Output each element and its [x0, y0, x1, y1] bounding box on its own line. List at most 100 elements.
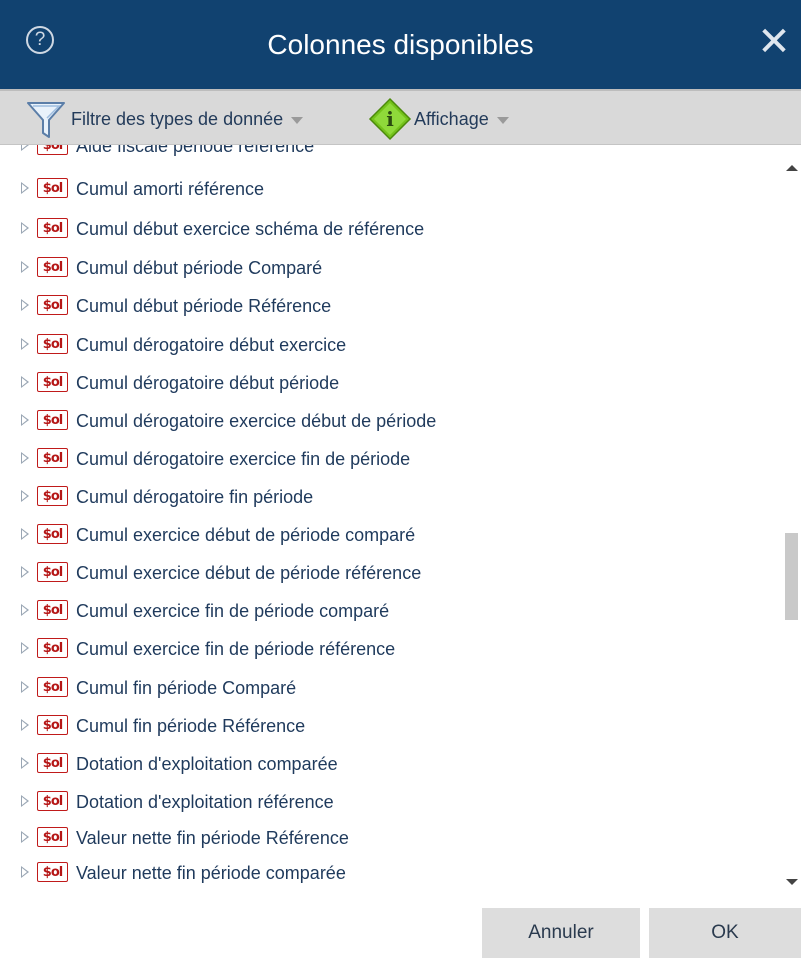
- list-item[interactable]: $ol Aide fiscale période référence: [0, 145, 781, 165]
- list-item[interactable]: $ol Valeur nette fin période Référence: [0, 818, 781, 857]
- expand-arrow-icon[interactable]: [21, 145, 29, 151]
- display-button[interactable]: i Affichage: [368, 91, 509, 147]
- expand-arrow-icon[interactable]: [21, 831, 29, 843]
- sql-field-icon: $ol: [37, 600, 68, 620]
- list-item-label: Cumul exercice fin de période comparé: [76, 601, 390, 621]
- list-item[interactable]: $ol Cumul amorti référence: [0, 169, 781, 208]
- expand-arrow-icon[interactable]: [21, 681, 29, 693]
- expand-arrow-icon[interactable]: [21, 338, 29, 350]
- list-item-label: Cumul fin période Référence: [76, 716, 306, 736]
- close-icon[interactable]: ✕: [754, 22, 794, 62]
- list-item-label: Valeur nette fin période Référence: [76, 828, 349, 848]
- svg-text:i: i: [386, 107, 394, 131]
- sql-field-icon: $ol: [37, 791, 68, 811]
- list-item-label: Cumul dérogatoire exercice début de péri…: [76, 411, 437, 431]
- sql-field-icon: $ol: [37, 334, 68, 354]
- expand-arrow-icon[interactable]: [21, 604, 29, 616]
- expand-arrow-icon[interactable]: [21, 719, 29, 731]
- list-item[interactable]: $ol Cumul dérogatoire début période: [0, 363, 781, 402]
- sql-field-icon: $ol: [37, 257, 68, 277]
- toolbar: Filtre des types de donnée i Affichage: [0, 89, 801, 145]
- filter-data-types-label: Filtre des types de donnée: [71, 108, 284, 129]
- vertical-scrollbar[interactable]: [781, 145, 801, 890]
- sql-field-icon: $ol: [37, 178, 68, 198]
- list-item-label: Cumul dérogatoire fin période: [76, 487, 314, 507]
- display-label: Affichage: [414, 108, 489, 129]
- list-item[interactable]: $ol Dotation d'exploitation comparée: [0, 744, 781, 783]
- scroll-up-arrow-icon[interactable]: [786, 165, 798, 171]
- expand-arrow-icon[interactable]: [21, 866, 29, 878]
- list-item-label: Cumul exercice fin de période référence: [76, 639, 396, 659]
- expand-arrow-icon[interactable]: [21, 222, 29, 234]
- dialog-footer: Annuler OK: [0, 890, 801, 967]
- list-item[interactable]: $ol Cumul fin période Référence: [0, 706, 781, 745]
- list-item-label: Valeur nette fin période comparée: [76, 863, 346, 883]
- list-item-label: Cumul amorti référence: [76, 179, 265, 199]
- expand-arrow-icon[interactable]: [21, 490, 29, 502]
- sql-field-icon: $ol: [37, 410, 68, 430]
- list-item-label: Cumul début période Référence: [76, 296, 332, 316]
- sql-field-icon: $ol: [37, 218, 68, 238]
- scrollbar-thumb[interactable]: [785, 533, 798, 620]
- list-item[interactable]: $ol Cumul début période Référence: [0, 286, 781, 325]
- scroll-down-arrow-icon[interactable]: [786, 879, 798, 885]
- sql-field-icon: $ol: [37, 448, 68, 468]
- list-item[interactable]: $ol Cumul dérogatoire fin période: [0, 477, 781, 516]
- expand-arrow-icon[interactable]: [21, 757, 29, 769]
- expand-arrow-icon[interactable]: [21, 452, 29, 464]
- sql-field-icon: $ol: [37, 524, 68, 544]
- list-item-label: Cumul fin période Comparé: [76, 678, 297, 698]
- sql-field-icon: $ol: [37, 145, 68, 155]
- list-item[interactable]: $ol Cumul début exercice schéma de référ…: [0, 209, 781, 248]
- sql-field-icon: $ol: [37, 715, 68, 735]
- expand-arrow-icon[interactable]: [21, 414, 29, 426]
- list-item[interactable]: $ol Valeur nette fin période comparée: [0, 853, 781, 890]
- list-item-label: Dotation d'exploitation référence: [76, 792, 334, 812]
- sql-field-icon: $ol: [37, 562, 68, 582]
- list-item[interactable]: $ol Cumul dérogatoire exercice fin de pé…: [0, 439, 781, 478]
- chevron-down-icon: [291, 116, 304, 124]
- list-item[interactable]: $ol Cumul début période Comparé: [0, 248, 781, 287]
- list-item[interactable]: $ol Cumul exercice fin de période compar…: [0, 591, 781, 630]
- list-item[interactable]: $ol Cumul exercice début de période comp…: [0, 515, 781, 554]
- sql-field-icon: $ol: [37, 295, 68, 315]
- list-item-label: Cumul début période Comparé: [76, 258, 323, 278]
- sql-field-icon: $ol: [37, 827, 68, 847]
- sql-field-icon: $ol: [37, 862, 68, 882]
- list-item[interactable]: $ol Cumul exercice début de période réfé…: [0, 553, 781, 592]
- dialog-title: Colonnes disponibles: [267, 29, 534, 60]
- expand-arrow-icon[interactable]: [21, 642, 29, 654]
- list-item-label: Cumul exercice début de période comparé: [76, 525, 416, 545]
- list-item[interactable]: $ol Cumul dérogatoire exercice début de …: [0, 401, 781, 440]
- list-item-label: Cumul début exercice schéma de référence: [76, 219, 425, 239]
- list-item-label: Aide fiscale période référence: [76, 145, 315, 156]
- ok-button[interactable]: OK: [649, 908, 801, 958]
- info-diamond-icon: i: [368, 97, 412, 141]
- list-item[interactable]: $ol Cumul dérogatoire début exercice: [0, 325, 781, 364]
- list-item-label: Cumul exercice début de période référenc…: [76, 563, 422, 583]
- list-item[interactable]: $ol Cumul exercice fin de période référe…: [0, 629, 781, 668]
- list-item-label: Cumul dérogatoire exercice fin de périod…: [76, 449, 411, 469]
- list-item-label: Dotation d'exploitation comparée: [76, 754, 338, 774]
- expand-arrow-icon[interactable]: [21, 376, 29, 388]
- dialog-title-bar: ? Colonnes disponibles ✕: [0, 0, 801, 89]
- sql-field-icon: $ol: [37, 372, 68, 392]
- sql-field-icon: $ol: [37, 677, 68, 697]
- sql-field-icon: $ol: [37, 753, 68, 773]
- expand-arrow-icon[interactable]: [21, 528, 29, 540]
- list-item[interactable]: $ol Dotation d'exploitation référence: [0, 782, 781, 821]
- cancel-button[interactable]: Annuler: [482, 908, 640, 958]
- expand-arrow-icon[interactable]: [21, 566, 29, 578]
- list-item-label: Cumul dérogatoire début période: [76, 373, 340, 393]
- expand-arrow-icon[interactable]: [21, 299, 29, 311]
- sql-field-icon: $ol: [37, 638, 68, 658]
- available-columns-list[interactable]: $ol Aide fiscale période référence $ol C…: [0, 145, 781, 890]
- filter-data-types-button[interactable]: Filtre des types de donnée: [26, 91, 304, 147]
- expand-arrow-icon[interactable]: [21, 795, 29, 807]
- expand-arrow-icon[interactable]: [21, 261, 29, 273]
- list-item-label: Cumul dérogatoire début exercice: [76, 335, 347, 355]
- funnel-icon: [27, 102, 65, 138]
- list-item[interactable]: $ol Cumul fin période Comparé: [0, 668, 781, 707]
- expand-arrow-icon[interactable]: [21, 182, 29, 194]
- chevron-down-icon: [496, 116, 509, 124]
